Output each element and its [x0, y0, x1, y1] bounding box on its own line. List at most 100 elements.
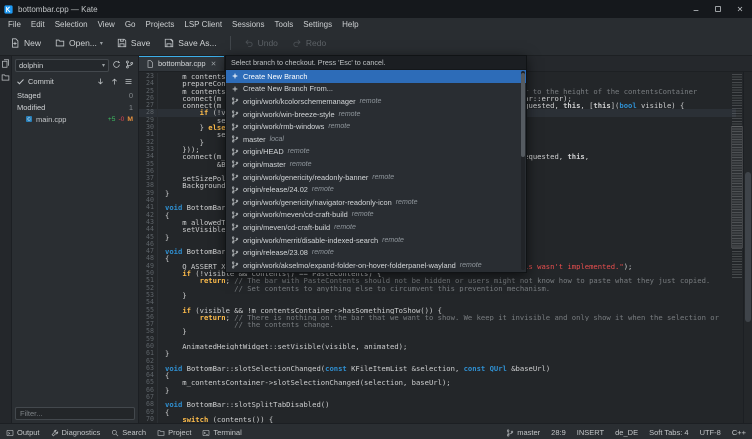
menu-help[interactable]: Help — [337, 18, 363, 31]
branch-icon — [125, 60, 134, 69]
code-line[interactable]: 67 — [139, 394, 736, 401]
menu-go[interactable]: Go — [120, 18, 141, 31]
code-line[interactable]: 64{ — [139, 372, 736, 379]
maximize-button[interactable] — [709, 0, 726, 18]
code-line[interactable]: 55 if (visible && !m_contentsContainer->… — [139, 307, 736, 314]
tab-mode[interactable]: Soft Tabs: 4 — [649, 428, 688, 437]
branch-list-item[interactable]: origin/release/23.08remote — [226, 246, 526, 259]
branch-list-item[interactable]: origin/masterremote — [226, 158, 526, 171]
popup-scrollbar-thumb[interactable] — [521, 73, 525, 157]
new-button[interactable]: New — [4, 36, 47, 50]
code-text: } — [157, 234, 169, 241]
branch-list-item[interactable]: origin/work/genericity/navigator-readonl… — [226, 196, 526, 209]
git-push-button[interactable] — [110, 77, 120, 87]
code-line[interactable]: 51 return; // The bar with PasteContents… — [139, 277, 736, 284]
output-toolview-button-label: Output — [17, 428, 40, 437]
editor-scrollbar-thumb[interactable] — [745, 172, 751, 322]
branch-list-item[interactable]: origin/meven/cd-craft-buildremote — [226, 221, 526, 234]
dictionary[interactable]: de_DE — [615, 428, 638, 437]
encoding[interactable]: UTF-8 — [700, 428, 721, 437]
code-line[interactable]: 61} — [139, 350, 736, 357]
code-line[interactable]: 53 } — [139, 292, 736, 299]
branch-list-item[interactable]: origin/HEADremote — [226, 146, 526, 159]
close-button[interactable] — [731, 0, 748, 18]
minimap[interactable] — [732, 74, 742, 279]
code-line[interactable]: 63void BottomBar::slotSelectionChanged(c… — [139, 365, 736, 372]
code-line[interactable]: 57 // the contents change. — [139, 321, 736, 328]
undo-icon — [244, 38, 254, 48]
project-toolview-button[interactable]: Project — [157, 428, 191, 437]
menu-selection[interactable]: Selection — [50, 18, 93, 31]
search-toolview-button[interactable]: Search — [111, 428, 146, 437]
reload-project-button[interactable] — [112, 60, 122, 70]
branch-list-item[interactable]: origin/work/genericity/readonly-bannerre… — [226, 171, 526, 184]
code-line[interactable]: 56 return; // There is nothing on the ba… — [139, 314, 736, 321]
branch-list-item[interactable]: origin/work/akselmo/expand-folder-on-hov… — [226, 259, 526, 272]
open-button[interactable]: Open...▾ — [49, 36, 109, 50]
branch-list-item[interactable]: origin/work/merrit/disable-indexed-searc… — [226, 234, 526, 247]
code-line[interactable]: 70 switch (contents()) { — [139, 416, 736, 423]
branch-list-item[interactable]: origin/release/24.02remote — [226, 183, 526, 196]
code-line[interactable]: 62 — [139, 358, 736, 365]
cursor-position[interactable]: 28:9 — [551, 428, 566, 437]
output-toolview-button[interactable]: Output — [6, 428, 40, 437]
code-line[interactable]: 59 — [139, 336, 736, 343]
code-line[interactable]: 65 m_contentsContainer->slotSelectionCha… — [139, 379, 736, 386]
commit-button[interactable]: Commit — [28, 77, 54, 86]
minimap-viewport[interactable] — [731, 126, 743, 248]
code-line[interactable]: 52 // Set contents to anything else to c… — [139, 285, 736, 292]
syntax-mode[interactable]: C++ — [732, 428, 746, 437]
git-menu-button[interactable] — [124, 77, 134, 87]
menu-file[interactable]: File — [3, 18, 26, 31]
menu-tools[interactable]: Tools — [270, 18, 299, 31]
branch-scope: remote — [382, 237, 404, 244]
menu-sessions[interactable]: Sessions — [227, 18, 269, 31]
menu-projects[interactable]: Projects — [140, 18, 179, 31]
menu-view[interactable]: View — [93, 18, 120, 31]
git-pull-button[interactable] — [96, 77, 106, 87]
project-selector[interactable]: dolphin ▾ — [15, 59, 109, 72]
branch-list-item[interactable]: origin/work/kcolorschememanagerremote — [226, 95, 526, 108]
code-line[interactable]: 68void BottomBar::slotSplitTabDisabled() — [139, 401, 736, 408]
sidebar-tool-filesystem[interactable] — [1, 73, 10, 82]
minimize-button[interactable] — [687, 0, 704, 18]
kate-window: bottombar.cpp — Kate FileEditSelectionVi… — [0, 0, 752, 439]
branch-list-item[interactable]: origin/work/rmb-windowsremote — [226, 120, 526, 133]
arrow-down-icon — [96, 77, 105, 86]
modified-file-row[interactable]: C main.cpp +5 -0 M — [12, 113, 138, 125]
save-as-button[interactable]: Save As... — [158, 36, 222, 50]
menu-icon — [124, 77, 133, 86]
branch-scope: remote — [396, 199, 418, 206]
popup-scrollbar[interactable] — [521, 71, 525, 270]
branch-list-item[interactable]: Create New Branch From... — [226, 83, 526, 96]
code-text — [157, 197, 165, 204]
branch-list-item[interactable]: origin/work/meven/cd-craft-buildremote — [226, 209, 526, 222]
branch-list-item[interactable]: masterlocal — [226, 133, 526, 146]
tab-close-icon[interactable] — [210, 60, 217, 67]
menu-settings[interactable]: Settings — [298, 18, 337, 31]
project-branch-button[interactable] — [125, 60, 135, 70]
branch-icon — [231, 135, 239, 143]
menu-lsp-client[interactable]: LSP Client — [179, 18, 227, 31]
terminal-toolview-button[interactable]: Terminal — [202, 428, 241, 437]
code-line[interactable]: 60 AnimatedHeightWidget::setVisible(visi… — [139, 343, 736, 350]
menu-edit[interactable]: Edit — [26, 18, 50, 31]
diagnostics-toolview-button[interactable]: Diagnostics — [51, 428, 101, 437]
filter-input[interactable] — [15, 407, 135, 420]
save-button[interactable]: Save — [111, 36, 156, 50]
code-line[interactable]: 54 — [139, 299, 736, 306]
git-staged-row[interactable]: Staged 0 — [12, 89, 138, 101]
git-branch-status[interactable]: master — [506, 428, 540, 437]
code-line[interactable]: 58 } — [139, 328, 736, 335]
editor-scrollbar[interactable] — [743, 72, 752, 423]
statusbar-left: Output Diagnostics Search Project Terminal — [6, 428, 242, 437]
branch-list-item[interactable]: Create New Branch — [226, 70, 526, 83]
branch-list-item[interactable]: origin/work/win-breeze-styleremote — [226, 108, 526, 121]
git-modified-row[interactable]: Modified 1 — [12, 101, 138, 113]
tab-bottombar-cpp[interactable]: bottombar.cpp — [139, 56, 225, 71]
code-line[interactable]: 66} — [139, 387, 736, 394]
code-line[interactable]: 69{ — [139, 409, 736, 416]
title-bar: bottombar.cpp — Kate — [0, 0, 752, 18]
sidebar-tool-documents[interactable] — [1, 59, 10, 68]
input-mode[interactable]: INSERT — [577, 428, 604, 437]
